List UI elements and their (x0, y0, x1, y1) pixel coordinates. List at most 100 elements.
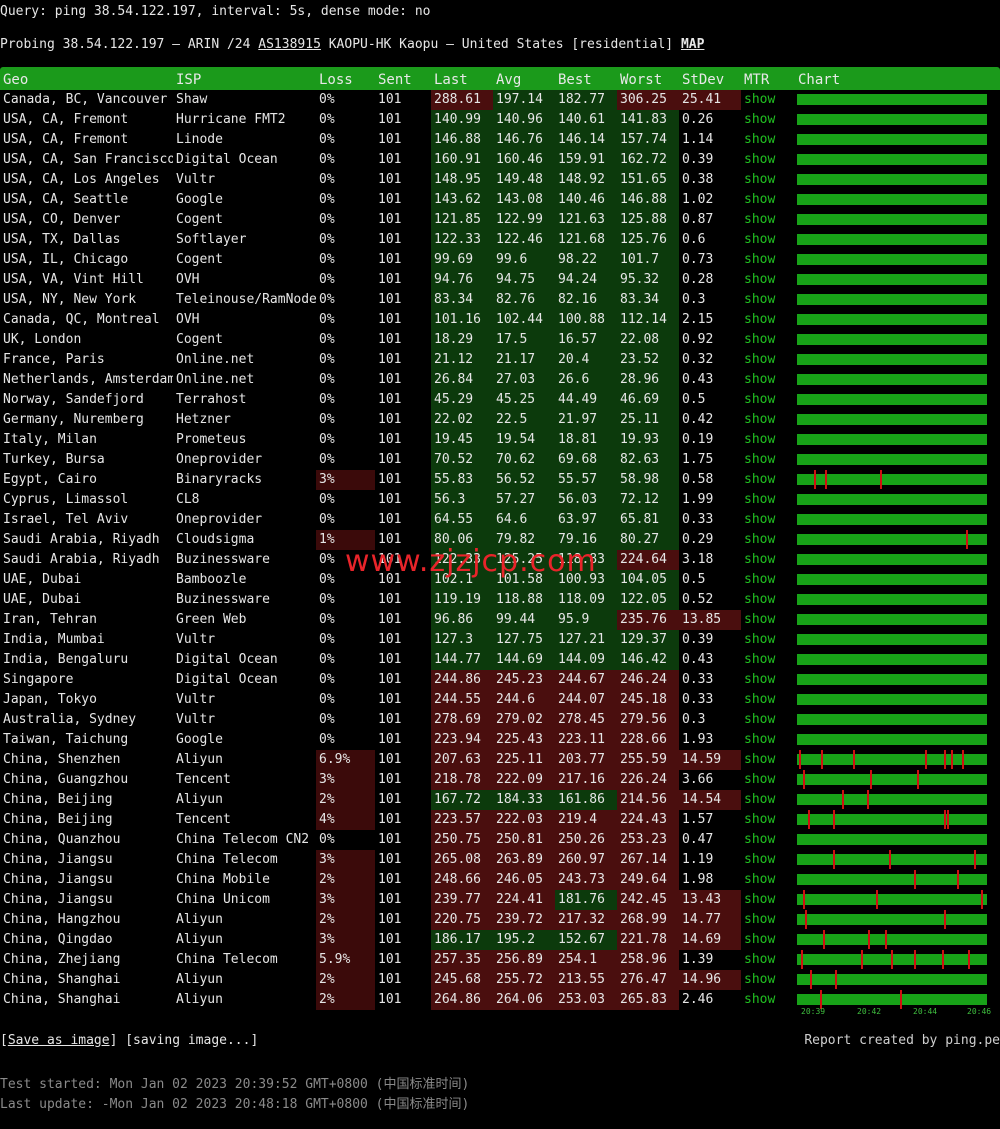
cell-loss: 0% (319, 92, 335, 107)
latency-chart (795, 750, 995, 770)
mtr-show-link[interactable]: show (741, 210, 795, 230)
table-row: Canada, QC, Montreal OVH 0% 101 101.16 102.44… (0, 310, 1000, 330)
cell-sent: 101 (378, 692, 402, 707)
cell-loss: 0% (319, 512, 335, 527)
mtr-show-link[interactable]: show (741, 450, 795, 470)
mtr-show-link[interactable]: show (741, 130, 795, 150)
mtr-show-link[interactable]: show (741, 190, 795, 210)
cell-worst: 125.88 (617, 210, 679, 230)
latency-chart (795, 850, 995, 870)
mtr-show-link[interactable]: show (741, 530, 795, 550)
cell-best: 148.92 (555, 170, 617, 190)
mtr-show-link[interactable]: show (741, 370, 795, 390)
mtr-show-link[interactable]: show (741, 870, 795, 890)
table-row: USA, VA, Vint Hill OVH 0% 101 94.76 94.75 94.2… (0, 270, 1000, 290)
mtr-show-link[interactable]: show (741, 230, 795, 250)
mtr-show-link[interactable]: show (741, 850, 795, 870)
cell-avg: 21.17 (493, 350, 555, 370)
cell-avg: 140.96 (493, 110, 555, 130)
mtr-show-link[interactable]: show (741, 890, 795, 910)
cell-sent: 101 (378, 192, 402, 207)
table-row: Iran, Tehran Green Web 0% 101 96.86 99.44 95.9… (0, 610, 1000, 630)
cell-stdev: 0.39 (682, 632, 714, 647)
save-as-image-link[interactable]: Save as image (8, 1033, 110, 1048)
cell-stdev: 2.46 (682, 992, 714, 1007)
cell-best: 94.24 (555, 270, 617, 290)
mtr-show-link[interactable]: show (741, 910, 795, 930)
mtr-show-link[interactable]: show (741, 250, 795, 270)
mtr-show-link[interactable]: show (741, 330, 795, 350)
cell-avg: 122.99 (493, 210, 555, 230)
mtr-show-link[interactable]: show (741, 630, 795, 650)
cell-geo: Israel, Tel Aviv (3, 512, 129, 527)
mtr-show-link[interactable]: show (741, 570, 795, 590)
mtr-show-link[interactable]: show (741, 430, 795, 450)
mtr-show-link[interactable]: show (741, 710, 795, 730)
mtr-show-link[interactable]: show (741, 270, 795, 290)
mtr-show-link[interactable]: show (741, 610, 795, 630)
mtr-show-link[interactable]: show (741, 690, 795, 710)
cell-loss: 0% (319, 452, 335, 467)
chart-bar (797, 254, 987, 265)
cell-best: 21.97 (555, 410, 617, 430)
mtr-show-link[interactable]: show (741, 750, 795, 770)
cell-sent: 101 (378, 292, 402, 307)
cell-avg: 19.54 (493, 430, 555, 450)
asn-link[interactable]: AS138915 (258, 37, 321, 52)
mtr-show-link[interactable]: show (741, 350, 795, 370)
cell-isp: Vultr (176, 172, 216, 187)
cell-stdev: 1.39 (682, 952, 714, 967)
latency-chart (795, 690, 995, 710)
mtr-show-link[interactable]: show (741, 150, 795, 170)
mtr-show-link[interactable]: show (741, 990, 795, 1010)
cell-geo: China, Hangzhou (3, 912, 121, 927)
mtr-show-link[interactable]: show (741, 410, 795, 430)
cell-geo: Canada, QC, Montreal (3, 312, 160, 327)
table-row: Taiwan, Taichung Google 0% 101 223.94 225.43 2… (0, 730, 1000, 750)
mtr-show-link[interactable]: show (741, 90, 795, 110)
mtr-show-link[interactable]: show (741, 730, 795, 750)
cell-loss: 5.9% (316, 950, 375, 970)
mtr-show-link[interactable]: show (741, 930, 795, 950)
cell-loss: 0% (319, 732, 335, 747)
mtr-show-link[interactable]: show (741, 830, 795, 850)
latency-chart (795, 130, 995, 150)
mtr-show-link[interactable]: show (741, 670, 795, 690)
cell-loss: 0% (319, 492, 335, 507)
table-row: China, Shenzhen Aliyun 6.9% 101 207.63 225.11… (0, 750, 1000, 770)
latency-chart (795, 530, 995, 550)
cell-loss: 0% (319, 412, 335, 427)
mtr-show-link[interactable]: show (741, 170, 795, 190)
cell-isp: Bamboozle (176, 572, 247, 587)
table-row: China, Jiangsu China Telecom 3% 101 265.08 26… (0, 850, 1000, 870)
cell-geo: China, Jiangsu (3, 892, 113, 907)
mtr-show-link[interactable]: show (741, 550, 795, 570)
mtr-show-link[interactable]: show (741, 110, 795, 130)
mtr-show-link[interactable]: show (741, 810, 795, 830)
mtr-show-link[interactable]: show (741, 310, 795, 330)
latency-chart (795, 410, 995, 430)
cell-stdev: 14.77 (679, 910, 741, 930)
mtr-show-link[interactable]: show (741, 470, 795, 490)
map-link[interactable]: MAP (681, 37, 704, 52)
mtr-show-link[interactable]: show (741, 790, 795, 810)
mtr-show-link[interactable]: show (741, 770, 795, 790)
table-row: Germany, Nuremberg Hetzner 0% 101 22.02 22.5 2… (0, 410, 1000, 430)
cell-avg: 118.88 (493, 590, 555, 610)
mtr-show-link[interactable]: show (741, 950, 795, 970)
header-geo: Geo (3, 72, 29, 88)
mtr-show-link[interactable]: show (741, 490, 795, 510)
mtr-show-link[interactable]: show (741, 390, 795, 410)
cell-loss: 3% (316, 470, 375, 490)
chart-bar (797, 870, 987, 889)
mtr-show-link[interactable]: show (741, 650, 795, 670)
cell-last: 22.02 (431, 410, 493, 430)
mtr-show-link[interactable]: show (741, 970, 795, 990)
mtr-show-link[interactable]: show (741, 510, 795, 530)
cell-stdev: 0.6 (682, 232, 706, 247)
cell-best: 181.76 (555, 890, 617, 910)
cell-loss: 0% (319, 212, 335, 227)
mtr-show-link[interactable]: show (741, 590, 795, 610)
cell-stdev: 2.15 (682, 312, 714, 327)
mtr-show-link[interactable]: show (741, 290, 795, 310)
